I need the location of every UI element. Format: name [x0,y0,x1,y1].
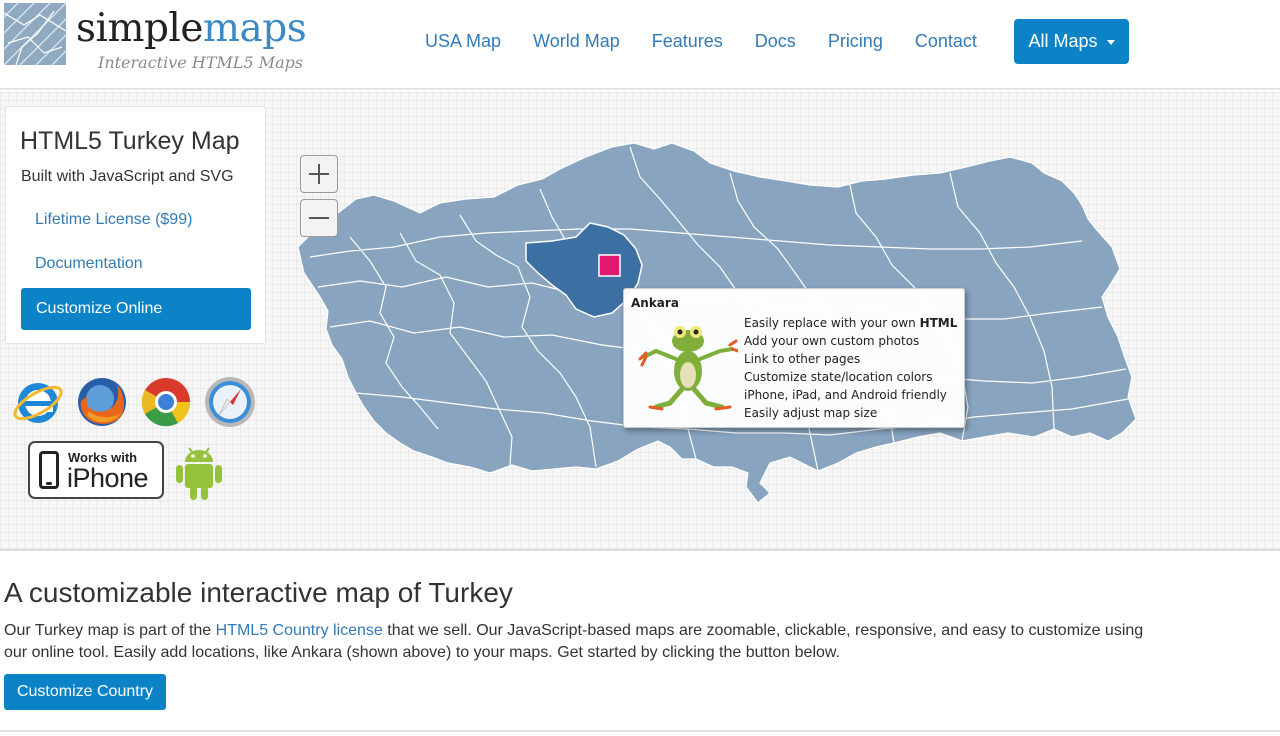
logo-wordmark: simplemaps [76,6,307,51]
tooltip-feature: Customize state/location colors [744,370,933,384]
documentation-link[interactable]: Documentation [35,255,143,273]
zoom-in-button[interactable] [300,155,338,193]
all-maps-dropdown-button[interactable]: All Maps [1014,19,1129,64]
tooltip-feature: iPhone, iPad, and Android friendly [744,388,947,402]
iphone-icon [39,451,59,489]
nav-world-map[interactable]: World Map [517,29,636,53]
html5-country-license-link[interactable]: HTML5 Country license [216,622,383,639]
tooltip-feature: Easily replace with your own HTML [744,314,957,332]
iphone-badge-line2: iPhone [67,463,149,493]
zoom-out-button[interactable] [300,199,338,237]
all-maps-label: All Maps [1028,31,1098,51]
nav-contact[interactable]: Contact [899,29,993,53]
tooltip-title: Ankara [631,296,679,310]
tooltip-feature-list: Easily replace with your own HTML Add yo… [744,314,957,422]
android-icon [176,447,222,500]
customize-country-button[interactable]: Customize Country [4,674,166,710]
lifetime-license-link[interactable]: Lifetime License ($99) [35,211,192,229]
logo-word-dark: simple [76,6,204,51]
firefox-icon [78,378,126,426]
main-nav: USA Map World Map Features Docs Pricing … [409,29,993,53]
nav-pricing[interactable]: Pricing [812,29,899,53]
logo-tagline: Interactive HTML5 Maps [98,53,304,72]
works-with-iphone-badge: Works with iPhone [28,441,164,499]
customize-online-button[interactable]: Customize Online [21,288,251,330]
map-hero: HTML5 Turkey Map Built with JavaScript a… [0,92,1280,551]
frog-image [638,326,738,411]
tooltip-feature: Easily adjust map size [744,406,878,420]
logo-map-icon [4,3,66,65]
section-heading: A customizable interactive map of Turkey [4,577,513,608]
nav-features[interactable]: Features [636,29,739,53]
site-header: simplemaps Interactive HTML5 Maps USA Ma… [0,0,1280,90]
tooltip-feature: Link to other pages [744,352,861,366]
ankara-marker[interactable] [598,254,621,277]
logo[interactable]: simplemaps Interactive HTML5 Maps [4,3,334,73]
page-subtitle: Built with JavaScript and SVG [21,168,234,185]
section-divider [0,730,1280,732]
safari-icon [205,377,255,427]
description-section: A customizable interactive map of Turkey… [0,553,1280,736]
logo-word-accent: maps [203,6,307,51]
map-tooltip: Ankara Easily replace with your own HTML… [623,288,965,428]
nav-usa-map[interactable]: USA Map [409,29,517,53]
chrome-icon [141,378,191,427]
tooltip-feature-bold: HTML [919,316,958,330]
info-card: HTML5 Turkey Map Built with JavaScript a… [5,106,266,344]
internet-explorer-icon [13,383,63,423]
page-title: HTML5 Turkey Map [20,127,240,155]
caret-down-icon [1106,39,1115,45]
section-paragraph: Our Turkey map is part of the HTML5 Coun… [4,620,1154,664]
tooltip-feature: Add your own custom photos [744,334,920,348]
tooltip-feature-prefix: Easily replace with your own [744,316,920,330]
nav-docs[interactable]: Docs [739,29,812,53]
para-text-before: Our Turkey map is part of the [4,622,216,639]
